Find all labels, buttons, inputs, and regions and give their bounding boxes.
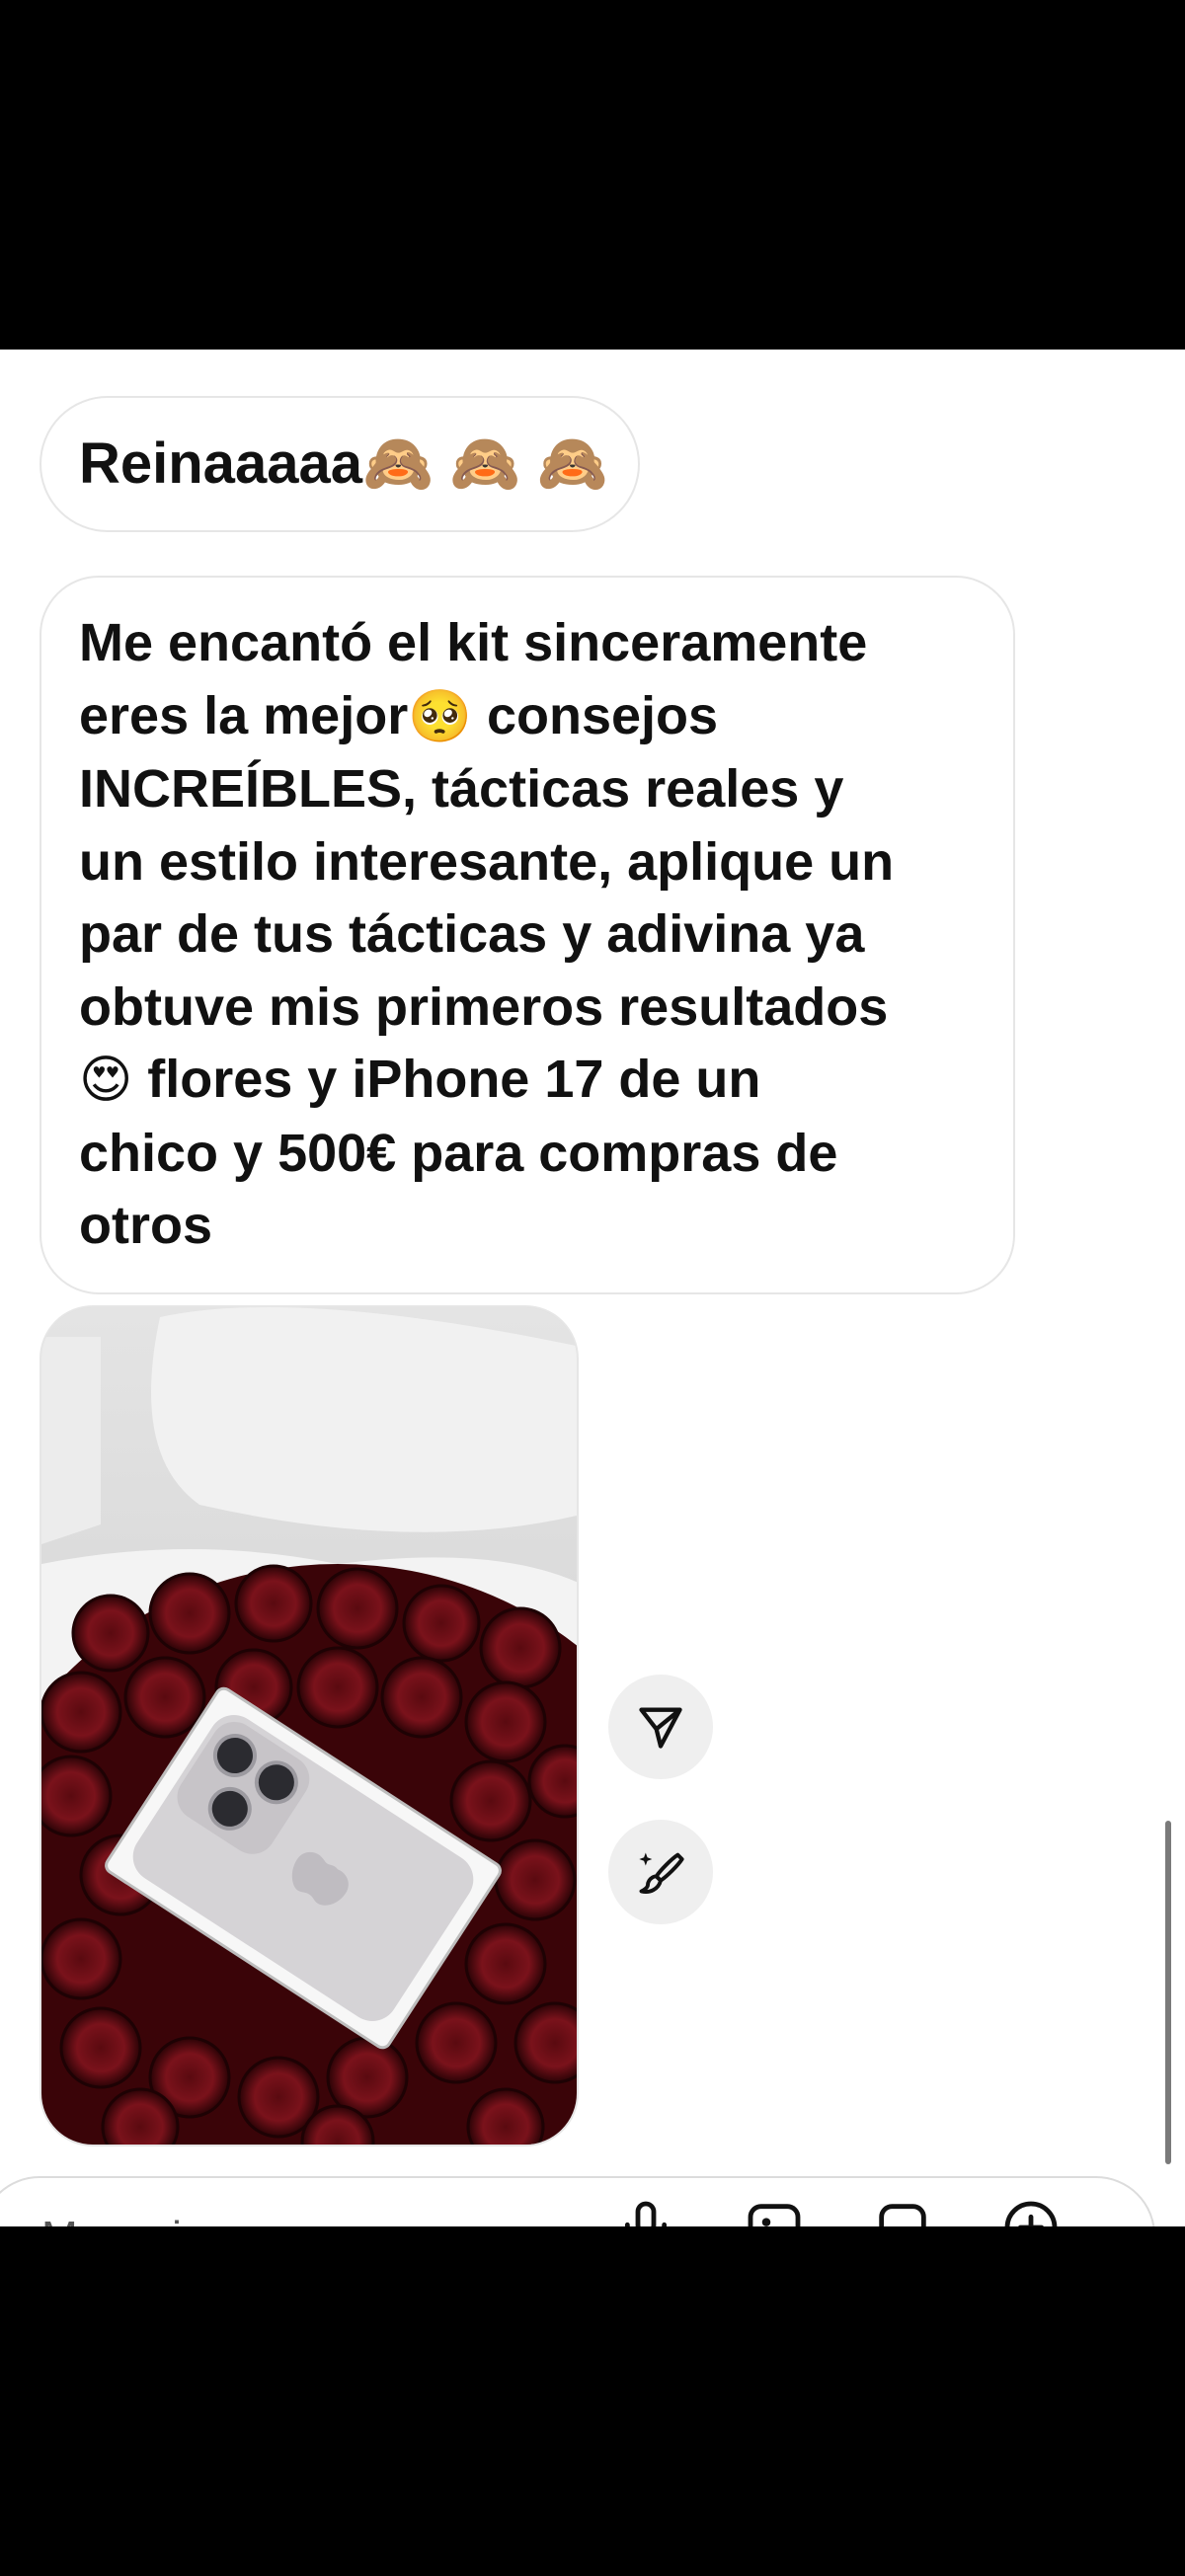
see-no-evil-monkey-emoji: 🙈 🙈 🙈 xyxy=(361,431,608,496)
pleading-face-emoji: 🥺 xyxy=(408,687,472,745)
heart-eyes-emoji: 😍 xyxy=(79,1052,133,1109)
message-line: consejos xyxy=(486,685,719,745)
message-line: un estilo interesante, aplique un xyxy=(79,831,895,892)
edit-image-button[interactable] xyxy=(608,1820,713,1924)
top-letterbox xyxy=(0,0,1185,350)
message-text: Reinaaaaa xyxy=(79,431,362,496)
send-icon xyxy=(639,1707,682,1749)
chat-thread[interactable]: Reinaaaaa🙈 🙈 🙈 Me encantó el kit sincera… xyxy=(0,350,1185,2226)
message-line: Me encantó el kit sinceramente xyxy=(79,613,868,672)
screen: Reinaaaaa🙈 🙈 🙈 Me encantó el kit sincera… xyxy=(0,0,1185,2576)
sticker-icon[interactable] xyxy=(871,2196,934,2226)
message-line: eres la mejor xyxy=(79,685,409,745)
photo-message[interactable] xyxy=(40,1305,579,2147)
scrollbar[interactable] xyxy=(1165,1821,1171,2164)
bottom-letterbox xyxy=(0,2226,1185,2576)
share-button[interactable] xyxy=(608,1675,713,1779)
add-icon[interactable] xyxy=(999,2196,1063,2226)
message-composer[interactable]: Mensaje... xyxy=(0,2176,1155,2226)
message-line: otros xyxy=(79,1196,212,1255)
composer-placeholder: Mensaje... xyxy=(41,2178,242,2226)
message-bubble[interactable]: Reinaaaaa🙈 🙈 🙈 xyxy=(40,396,640,532)
message-line: chico y 500€ para compras de xyxy=(79,1123,838,1183)
gallery-icon[interactable] xyxy=(743,2196,806,2226)
magic-brush-icon xyxy=(639,1852,684,1894)
message-bubble[interactable]: Me encantó el kit sinceramente eres la m… xyxy=(40,576,1015,1294)
mic-icon[interactable] xyxy=(614,2196,677,2226)
message-line: INCREÍBLES, tácticas reales y xyxy=(79,759,844,819)
message-line: par de tus tácticas y adivina ya xyxy=(79,904,865,964)
message-line: flores y iPhone 17 de un xyxy=(147,1050,761,1109)
photo-roses-iphone xyxy=(41,1307,577,2145)
message-line: obtuve mis primeros resultados xyxy=(79,976,889,1037)
